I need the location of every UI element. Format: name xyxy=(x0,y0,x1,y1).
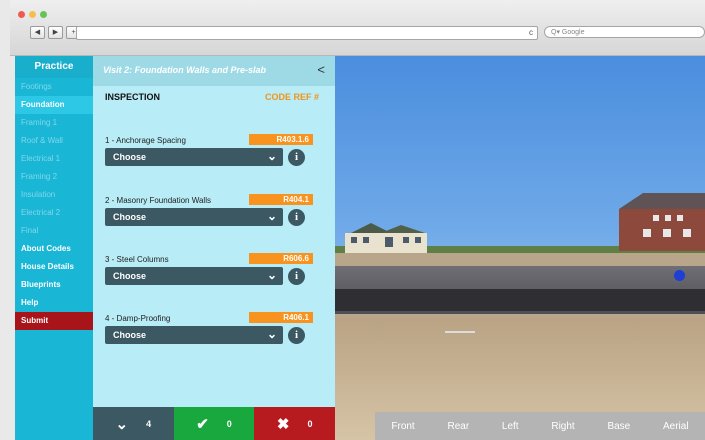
sidebar-item-help[interactable]: Help xyxy=(15,294,93,312)
pending-toggle[interactable]: ⌄ 4 xyxy=(93,407,174,440)
chevron-down-icon: ⌄ xyxy=(266,327,277,341)
visit-title: Visit 2: Foundation Walls and Pre-slab xyxy=(103,65,267,75)
view-rear-button[interactable]: Rear xyxy=(447,421,469,432)
select-value: Choose xyxy=(113,271,147,281)
search-placeholder: Google xyxy=(561,29,585,36)
chevron-down-icon: ⌄ xyxy=(115,415,129,433)
sidebar-item-foundation[interactable]: Foundation xyxy=(15,96,93,114)
pass-count: 0 xyxy=(226,418,232,429)
item-select[interactable]: Choose ⌄ xyxy=(105,326,283,344)
sidebar-item-final[interactable]: Final xyxy=(15,222,93,240)
sidebar-item-insulation[interactable]: Insulation xyxy=(15,186,93,204)
sidebar-item-electrical-1[interactable]: Electrical 1 xyxy=(15,150,93,168)
code-ref-badge: R406.1 xyxy=(249,312,313,323)
info-icon[interactable]: i xyxy=(288,327,305,344)
view-aerial-button[interactable]: Aerial xyxy=(663,421,689,432)
fail-count: 0 xyxy=(307,418,313,429)
back-button[interactable]: ◀ xyxy=(30,26,45,39)
fail-filter[interactable]: ✖ 0 xyxy=(254,407,336,440)
sidebar-item-framing-2[interactable]: Framing 2 xyxy=(15,168,93,186)
address-bar[interactable]: c xyxy=(76,26,538,40)
code-ref-badge: R606.6 xyxy=(249,253,313,264)
window-controls xyxy=(18,11,47,18)
minimize-window-button[interactable] xyxy=(29,11,36,18)
browser-nav-buttons: ◀ ▶ + xyxy=(30,26,81,39)
code-ref-badge: R403.1.6 xyxy=(249,134,313,145)
code-ref-heading: CODE REF # xyxy=(264,92,319,102)
sidebar-item-blueprints[interactable]: Blueprints xyxy=(15,276,93,294)
sidebar-item-about-codes[interactable]: About Codes xyxy=(15,240,93,258)
results-bar: ⌄ 4 ✔ 0 ✖ 0 xyxy=(93,407,336,440)
view-base-button[interactable]: Base xyxy=(607,421,630,432)
foundation-footing xyxy=(335,289,705,311)
item-label: 4 - Damp-Proofing xyxy=(105,314,171,323)
scene-viewport[interactable]: Front Rear Left Right Base Aerial xyxy=(335,56,705,440)
sidebar: Practice Footings Foundation Framing 1 R… xyxy=(15,56,93,440)
item-select[interactable]: Choose ⌄ xyxy=(105,148,283,166)
search-icon: Q▾ xyxy=(551,29,562,36)
inspection-heading: INSPECTION xyxy=(105,92,161,102)
select-value: Choose xyxy=(113,212,147,222)
marker-ball[interactable] xyxy=(674,270,685,281)
collapse-panel-button[interactable]: < xyxy=(317,62,325,77)
item-label: 2 - Masonry Foundation Walls xyxy=(105,196,211,205)
sidebar-item-roof-wall[interactable]: Roof & Wall xyxy=(15,132,93,150)
chevron-down-icon: ⌄ xyxy=(266,149,277,163)
close-window-button[interactable] xyxy=(18,11,25,18)
info-icon[interactable]: i xyxy=(288,268,305,285)
sidebar-item-electrical-2[interactable]: Electrical 2 xyxy=(15,204,93,222)
view-front-button[interactable]: Front xyxy=(391,421,414,432)
sidebar-item-framing-1[interactable]: Framing 1 xyxy=(15,114,93,132)
item-select[interactable]: Choose ⌄ xyxy=(105,208,283,226)
view-right-button[interactable]: Right xyxy=(551,421,574,432)
browser-toolbar: ◀ ▶ + c Q▾ Google xyxy=(10,0,705,56)
zoom-window-button[interactable] xyxy=(40,11,47,18)
panel-header: Visit 2: Foundation Walls and Pre-slab < xyxy=(93,56,335,86)
view-left-button[interactable]: Left xyxy=(502,421,519,432)
submit-button[interactable]: Submit xyxy=(15,312,93,330)
item-label: 1 - Anchorage Spacing xyxy=(105,136,186,145)
info-icon[interactable]: i xyxy=(288,209,305,226)
chevron-down-icon: ⌄ xyxy=(266,209,277,223)
pipe xyxy=(445,331,475,333)
pass-filter[interactable]: ✔ 0 xyxy=(173,407,255,440)
search-field[interactable]: Q▾ Google xyxy=(544,26,705,38)
code-ref-badge: R404.1 xyxy=(249,194,313,205)
select-value: Choose xyxy=(113,152,147,162)
item-select[interactable]: Choose ⌄ xyxy=(105,267,283,285)
check-icon: ✔ xyxy=(196,415,209,433)
sidebar-title: Practice xyxy=(15,56,93,78)
x-icon: ✖ xyxy=(276,415,290,433)
pending-count: 4 xyxy=(146,418,152,429)
chevron-down-icon: ⌄ xyxy=(266,268,277,282)
item-label: 3 - Steel Columns xyxy=(105,255,169,264)
info-icon[interactable]: i xyxy=(288,149,305,166)
select-value: Choose xyxy=(113,330,147,340)
inspection-panel: Visit 2: Foundation Walls and Pre-slab <… xyxy=(93,56,335,440)
sidebar-item-house-details[interactable]: House Details xyxy=(15,258,93,276)
reload-icon[interactable]: c xyxy=(529,27,533,39)
camera-view-bar: Front Rear Left Right Base Aerial xyxy=(375,412,705,440)
neighbor-house-left xyxy=(345,223,427,253)
sidebar-item-footings[interactable]: Footings xyxy=(15,78,93,96)
neighbor-house-right xyxy=(619,193,705,251)
forward-button[interactable]: ▶ xyxy=(48,26,63,39)
